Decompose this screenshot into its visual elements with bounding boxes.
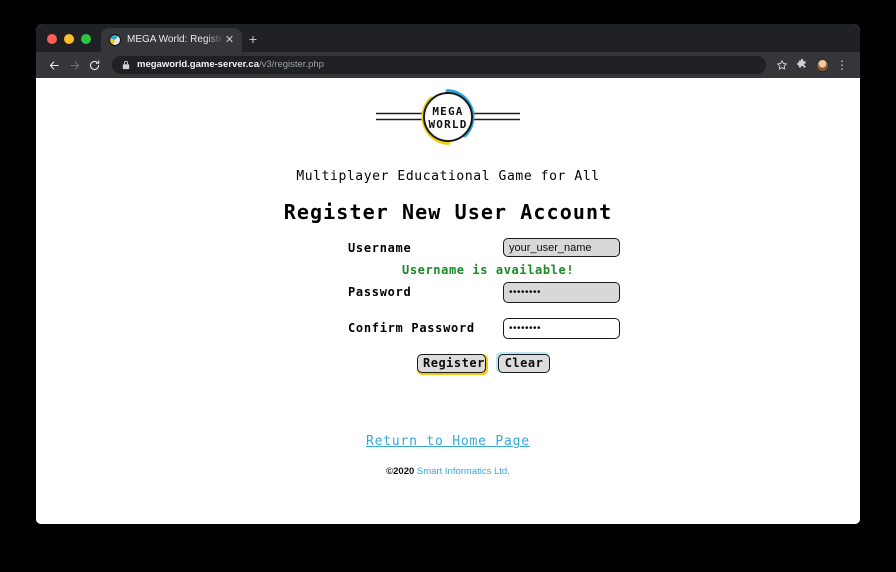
footer-copyright: ©2020 Smart Informatics Ltd. bbox=[36, 466, 860, 477]
reload-icon[interactable] bbox=[84, 55, 104, 75]
browser-tab[interactable]: MEGA World: Register New Ac ✕ bbox=[101, 28, 242, 52]
window-close-button[interactable] bbox=[47, 34, 57, 44]
favicon-icon bbox=[109, 34, 121, 46]
forward-icon bbox=[64, 55, 84, 75]
new-tab-button[interactable]: + bbox=[242, 28, 264, 52]
password-label: Password bbox=[348, 285, 412, 299]
url-domain: megaworld.game-server.ca bbox=[137, 59, 259, 70]
address-bar[interactable]: megaworld.game-server.ca/v3/register.php bbox=[112, 56, 766, 74]
profile-avatar[interactable] bbox=[812, 55, 832, 75]
logo-line-2: WORLD bbox=[428, 118, 467, 131]
close-icon[interactable]: ✕ bbox=[223, 34, 236, 47]
form-row-password: Password bbox=[36, 282, 860, 306]
confirm-password-label: Confirm Password bbox=[348, 321, 475, 335]
username-input[interactable] bbox=[503, 238, 620, 257]
tab-title: MEGA World: Register New Ac bbox=[127, 34, 223, 45]
extensions-puzzle-icon[interactable] bbox=[792, 55, 812, 75]
logo-line-1: MEGA bbox=[432, 105, 463, 118]
form-row-confirm-password: Confirm Password bbox=[36, 318, 860, 342]
back-icon[interactable] bbox=[44, 55, 64, 75]
megaworld-logo-icon: MEGA WORLD bbox=[376, 89, 520, 145]
form-button-row: Register Clear bbox=[36, 354, 860, 380]
register-form: Username Username is available! Password… bbox=[36, 238, 860, 380]
register-button[interactable]: Register bbox=[417, 354, 486, 373]
bookmark-star-icon[interactable] bbox=[772, 55, 792, 75]
browser-toolbar: megaworld.game-server.ca/v3/register.php… bbox=[36, 52, 860, 78]
page-title: Register New User Account bbox=[283, 200, 613, 224]
url-text: megaworld.game-server.ca/v3/register.php bbox=[137, 56, 324, 74]
username-availability-message: Username is available! bbox=[402, 263, 575, 277]
username-label: Username bbox=[348, 241, 412, 255]
url-path: /v3/register.php bbox=[258, 59, 324, 70]
form-row-username: Username Username is available! bbox=[36, 238, 860, 277]
page-viewport: MEGA WORLD Multiplayer Educational Game … bbox=[36, 78, 860, 524]
company-link[interactable]: Smart Informatics Ltd. bbox=[417, 466, 510, 477]
site-tagline: Multiplayer Educational Game for All bbox=[296, 169, 600, 184]
tab-strip: MEGA World: Register New Ac ✕ + bbox=[36, 24, 860, 52]
browser-window: MEGA World: Register New Ac ✕ + bbox=[36, 24, 860, 524]
password-input[interactable] bbox=[503, 282, 620, 303]
window-maximize-button[interactable] bbox=[81, 34, 91, 44]
site-logo: MEGA WORLD bbox=[36, 87, 860, 147]
window-traffic-lights bbox=[36, 34, 101, 52]
copyright-year: ©2020 bbox=[386, 466, 415, 477]
avatar bbox=[815, 58, 829, 72]
lock-icon bbox=[122, 60, 130, 70]
home-link-container: Return to Home Page bbox=[36, 432, 860, 450]
browser-menu-icon[interactable]: ⋮ bbox=[832, 55, 852, 75]
return-to-home-page-link[interactable]: Return to Home Page bbox=[366, 434, 530, 449]
confirm-password-input[interactable] bbox=[503, 318, 620, 339]
window-minimize-button[interactable] bbox=[64, 34, 74, 44]
clear-button[interactable]: Clear bbox=[498, 354, 550, 373]
